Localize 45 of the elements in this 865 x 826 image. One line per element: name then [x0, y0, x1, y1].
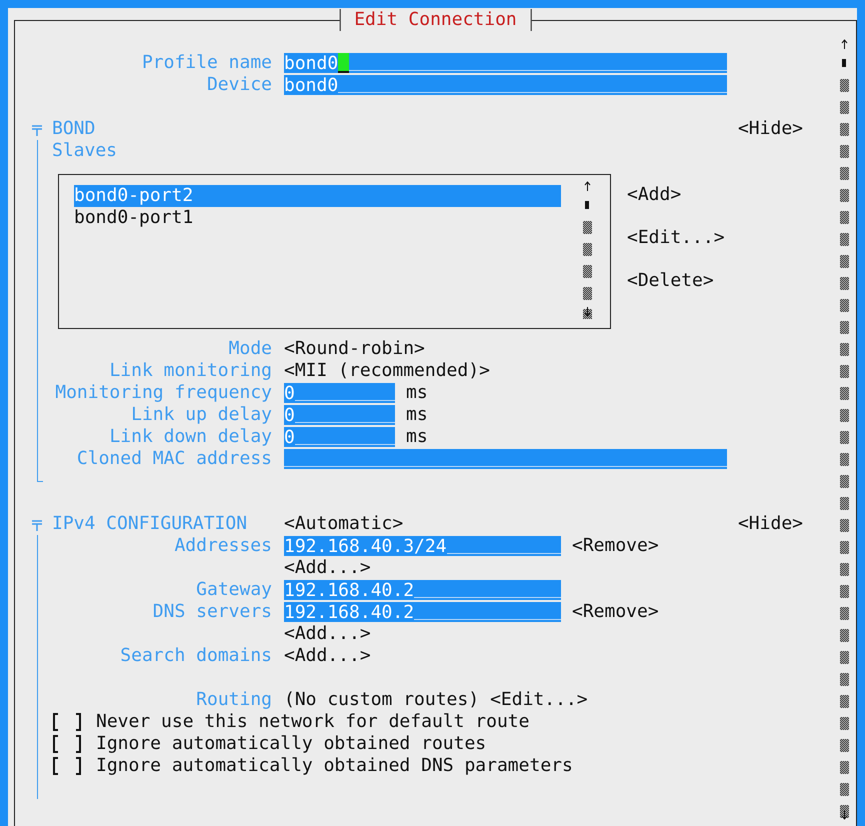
field-label: Gateway	[195, 579, 272, 601]
hide-button[interactable]: <Hide>	[738, 513, 803, 535]
hide-button[interactable]: <Hide>	[738, 118, 803, 140]
checkbox[interactable]	[52, 735, 82, 753]
list-scrollbar[interactable]	[582, 179, 593, 319]
checkbox-label: Never use this network for default route	[96, 711, 530, 733]
checkbox-label: Ignore automatically obtained routes	[96, 733, 486, 755]
unit-label: ms	[406, 382, 428, 404]
field-label: Monitoring frequency	[54, 382, 272, 404]
remove-button[interactable]: <Remove>	[572, 535, 659, 557]
list-button[interactable]: <Edit...>	[627, 227, 725, 248]
list-label: Slaves	[52, 140, 118, 162]
scrollbar[interactable]	[839, 37, 850, 822]
field-label: Device	[206, 74, 272, 96]
checkbox-label: Ignore automatically obtained DNS parameters	[96, 755, 573, 777]
field-label: Profile name	[140, 52, 272, 74]
field-label: Link down delay	[108, 426, 272, 448]
dropdown-button[interactable]: <Automatic>	[284, 513, 404, 535]
field-label: Link up delay	[130, 404, 272, 426]
field-label: Mode	[228, 338, 272, 360]
dialog-title: Edit Connection	[339, 9, 532, 31]
edit-button[interactable]: <Edit...>	[490, 689, 588, 711]
add-button[interactable]: <Add...>	[284, 557, 371, 579]
text-field[interactable]	[284, 449, 727, 469]
add-button[interactable]: <Add...>	[284, 623, 371, 645]
add-button[interactable]: <Add...>	[284, 645, 371, 667]
remove-button[interactable]: <Remove>	[572, 601, 659, 623]
list-item[interactable]: bond0-port1	[74, 207, 561, 229]
checkbox[interactable]	[52, 713, 82, 731]
checkbox[interactable]	[52, 757, 82, 775]
field-label: Link monitoring	[108, 360, 272, 382]
field-label: DNS servers	[152, 601, 272, 623]
field-label: Routing	[195, 689, 272, 711]
section-title: BOND	[52, 118, 96, 140]
field-label: Cloned MAC address	[76, 448, 272, 470]
routes-status: (No custom routes)	[284, 689, 480, 711]
list-button[interactable]: <Delete>	[627, 270, 725, 291]
unit-label: ms	[406, 404, 428, 426]
field-label: Search domains	[119, 645, 272, 667]
list-button[interactable]: <Add>	[627, 184, 725, 205]
field-label: Addresses	[173, 535, 272, 557]
dropdown-button[interactable]: <Round-robin>	[284, 338, 425, 360]
dropdown-button[interactable]: <MII (recommended)>	[284, 360, 490, 382]
section-title: IPv4 CONFIGURATION	[52, 513, 248, 535]
unit-label: ms	[406, 426, 428, 448]
